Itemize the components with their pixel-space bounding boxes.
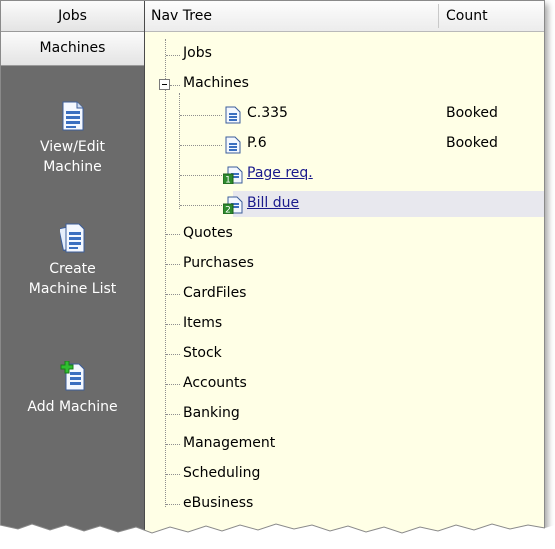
collapse-toggle-icon[interactable] bbox=[159, 79, 170, 90]
tree-line bbox=[179, 93, 180, 209]
create-list-label-1: Create bbox=[49, 261, 96, 277]
document-stack-icon bbox=[59, 223, 84, 253]
tree-line bbox=[166, 474, 180, 475]
tree-line bbox=[180, 205, 222, 206]
tree-node-p6[interactable]: P.6 bbox=[247, 135, 267, 151]
document-icon bbox=[62, 101, 83, 131]
tree-line bbox=[180, 115, 222, 116]
tree-line bbox=[166, 264, 180, 265]
view-edit-label-1: View/Edit bbox=[39, 139, 106, 155]
tree-line bbox=[166, 444, 180, 445]
tree-line bbox=[165, 39, 166, 507]
torn-edge bbox=[0, 523, 555, 549]
create-list-label-2: Machine List bbox=[28, 281, 117, 297]
tree-node-c335[interactable]: C.335 bbox=[247, 105, 288, 121]
tree-node-bill-due[interactable]: Bill due bbox=[247, 195, 299, 211]
tree-node-scheduling[interactable]: Scheduling bbox=[183, 465, 260, 481]
tree-node-cardfiles[interactable]: CardFiles bbox=[183, 285, 246, 301]
tree-line bbox=[166, 414, 180, 415]
tab-jobs[interactable]: Jobs bbox=[1, 1, 144, 32]
tree-line bbox=[166, 324, 180, 325]
left-panel: Jobs Machines View/Edit Machine Create M… bbox=[1, 1, 145, 534]
tree-line bbox=[166, 294, 180, 295]
tree-node-jobs[interactable]: Jobs bbox=[183, 45, 212, 61]
tree-line bbox=[166, 384, 180, 385]
tree-header: Nav Tree Count bbox=[145, 1, 544, 32]
column-separator[interactable] bbox=[438, 4, 439, 28]
svg-text:1: 1 bbox=[225, 176, 231, 185]
document-icon bbox=[225, 106, 241, 124]
tree-node-banking[interactable]: Banking bbox=[183, 405, 240, 421]
column-header-count[interactable]: Count bbox=[446, 8, 488, 24]
tree-node-page-req[interactable]: Page req. bbox=[247, 165, 313, 181]
svg-text:2: 2 bbox=[225, 206, 231, 215]
tree-line bbox=[166, 55, 180, 56]
navigation-window: Jobs Machines View/Edit Machine Create M… bbox=[0, 0, 545, 535]
tree-node-quotes[interactable]: Quotes bbox=[183, 225, 233, 241]
tree-line bbox=[170, 85, 180, 86]
count-cell: Booked bbox=[446, 105, 498, 121]
nav-tree-panel: Nav Tree Count Jobs Machines C.335 Booke… bbox=[145, 1, 544, 534]
report-2-icon: 2 bbox=[223, 196, 243, 214]
tree-line bbox=[166, 354, 180, 355]
tree-node-items[interactable]: Items bbox=[183, 315, 222, 331]
column-header-nav-tree[interactable]: Nav Tree bbox=[151, 8, 212, 24]
create-machine-list-button[interactable]: Create Machine List bbox=[1, 223, 144, 299]
view-edit-label-2: Machine bbox=[43, 159, 102, 175]
report-1-icon: 1 bbox=[223, 166, 243, 184]
tree-node-stock[interactable]: Stock bbox=[183, 345, 222, 361]
tree-line bbox=[166, 234, 180, 235]
tree-node-purchases[interactable]: Purchases bbox=[183, 255, 254, 271]
count-cell: Booked bbox=[446, 135, 498, 151]
tab-machines[interactable]: Machines bbox=[1, 32, 144, 66]
nav-tree: Jobs Machines C.335 Booked P.6 Booked 1 bbox=[145, 31, 544, 534]
tree-node-machines[interactable]: Machines bbox=[183, 75, 249, 91]
add-machine-button[interactable]: Add Machine bbox=[1, 361, 144, 417]
document-add-icon bbox=[60, 361, 84, 391]
tree-node-management[interactable]: Management bbox=[183, 435, 275, 451]
tree-line bbox=[180, 175, 222, 176]
tree-node-accounts[interactable]: Accounts bbox=[183, 375, 247, 391]
add-machine-label: Add Machine bbox=[27, 399, 118, 415]
view-edit-machine-button[interactable]: View/Edit Machine bbox=[1, 101, 144, 177]
document-icon bbox=[225, 136, 241, 154]
tree-line bbox=[180, 145, 222, 146]
